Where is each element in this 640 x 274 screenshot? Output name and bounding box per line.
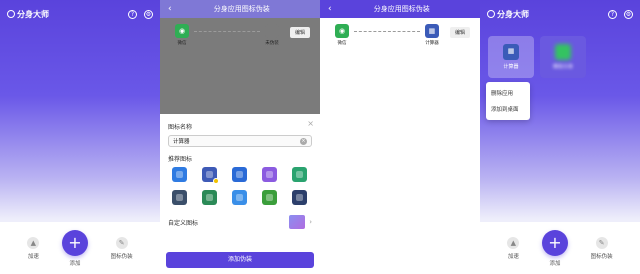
help-icon[interactable]: ? xyxy=(128,9,137,19)
wechat-icon: ◉ xyxy=(335,24,349,38)
home-screen-with-clone: 分身大师 ? ⚙ ▦ 计算器 微信分身 删除应用 添加到桌面 ▲ 加速 + 添加… xyxy=(480,0,640,274)
disguise-result-screen: ‹ 分身应用图标伪装 ◉ 微信 ▦ 计算器 编辑 xyxy=(320,0,480,274)
icon-name-input[interactable] xyxy=(173,138,300,144)
pencil-icon: ✎ xyxy=(595,236,608,249)
nav-add[interactable]: + 添加 xyxy=(61,229,88,267)
icon-sheet: × 图标名称 × 推荐图标 自定义图标 › xyxy=(160,114,320,274)
green-pay-app-icon[interactable] xyxy=(262,190,277,205)
name-label: 图标名称 xyxy=(168,124,193,131)
wechat-clone-card[interactable]: 微信分身 xyxy=(540,36,586,78)
edit-title: 分身应用图标伪装 xyxy=(213,5,270,13)
nav-disguise[interactable]: ✎ 图标伪装 xyxy=(590,236,613,260)
recommended-icon-grid xyxy=(168,167,312,205)
selected-indicator xyxy=(213,178,219,184)
close-icon[interactable]: × xyxy=(307,119,314,128)
help-icon[interactable]: ? xyxy=(608,9,617,19)
settings-gear-icon[interactable]: ⚙ xyxy=(624,9,633,19)
bottom-nav: ▲ 加速 + 添加 ✎ 图标伪装 xyxy=(0,222,160,274)
home-screen: 分身大师 ? ⚙ ▲ 加速 + 添加 ✎ 图标伪装 xyxy=(0,0,160,274)
home-title: 分身大师 xyxy=(497,9,529,19)
home-header: 分身大师 ? ⚙ xyxy=(0,0,160,28)
rocket-icon: ▲ xyxy=(507,236,520,249)
target-app-label: 未伪装 xyxy=(265,41,279,46)
custom-icon-label: 自定义图标 xyxy=(168,219,199,227)
icon-name-field[interactable]: × xyxy=(168,135,312,147)
add-button[interactable]: + xyxy=(541,229,568,256)
custom-icon-row[interactable]: 自定义图标 › xyxy=(168,213,312,231)
notebook-app-icon[interactable] xyxy=(232,167,247,182)
result-title: 分身应用图标伪装 xyxy=(373,5,430,13)
card-label: 微信分身 xyxy=(552,64,573,70)
home-header: 分身大师 ? ⚙ xyxy=(480,0,640,28)
disguise-preview-row: ◉ 微信 未伪装 编辑 xyxy=(170,24,310,50)
context-menu: 删除应用 添加到桌面 xyxy=(486,82,530,120)
calculator-icon: ▦ xyxy=(503,44,519,60)
app-logo-icon xyxy=(7,10,15,18)
nav-speed[interactable]: ▲ 加速 xyxy=(507,236,520,260)
calculator-app-icon[interactable] xyxy=(202,167,219,184)
wifi-app-icon[interactable] xyxy=(232,190,247,205)
source-app-label: 微信 xyxy=(337,41,347,46)
target-app-label: 计算器 xyxy=(425,41,439,46)
pencil-icon: ✎ xyxy=(115,236,128,249)
add-button[interactable]: + xyxy=(61,229,88,256)
green-doc-app-icon[interactable] xyxy=(292,167,307,182)
card-label: 计算器 xyxy=(503,64,519,70)
chevron-right-icon: › xyxy=(309,218,312,226)
nav-disguise-label: 图标伪装 xyxy=(110,253,133,260)
result-preview-row: ◉ 微信 ▦ 计算器 编辑 xyxy=(330,24,470,50)
dashed-connector xyxy=(354,31,420,32)
green-map-app-icon[interactable] xyxy=(202,190,217,205)
result-header: ‹ 分身应用图标伪装 xyxy=(320,0,480,18)
settings-gear-icon[interactable]: ⚙ xyxy=(144,9,153,19)
edit-disguise-screen: ‹ 分身应用图标伪装 ◉ 微信 未伪装 编辑 × 图标名称 × 推荐图标 xyxy=(160,0,320,274)
bottom-nav: ▲ 加速 + 添加 ✎ 图标伪装 xyxy=(480,222,640,274)
rocket-icon: ▲ xyxy=(27,236,40,249)
add-disguise-button[interactable]: 添加伪装 xyxy=(166,252,314,268)
menu-delete-app[interactable]: 删除应用 xyxy=(486,85,530,101)
menu-add-to-desktop[interactable]: 添加到桌面 xyxy=(486,101,530,117)
nav-add-label: 添加 xyxy=(69,260,81,267)
source-app-label: 微信 xyxy=(177,41,187,46)
home-title: 分身大师 xyxy=(17,9,49,19)
edit-button[interactable]: 编辑 xyxy=(449,27,470,38)
empty-target-icon xyxy=(264,24,279,38)
edit-button[interactable]: 编辑 xyxy=(289,27,310,38)
blue-circle-app-icon[interactable] xyxy=(172,167,187,182)
wechat-icon: ◉ xyxy=(175,24,189,38)
nav-add[interactable]: + 添加 xyxy=(541,229,568,267)
nav-speed-label: 加速 xyxy=(27,253,39,260)
tv-app-icon[interactable] xyxy=(292,190,307,205)
edit-header: ‹ 分身应用图标伪装 xyxy=(160,0,320,18)
cloud-app-icon[interactable] xyxy=(262,167,277,182)
result-body: ◉ 微信 ▦ 计算器 编辑 xyxy=(320,18,480,274)
nav-speed[interactable]: ▲ 加速 xyxy=(27,236,40,260)
nav-speed-label: 加速 xyxy=(507,253,519,260)
picture-icon xyxy=(289,215,306,229)
nav-add-label: 添加 xyxy=(549,260,561,267)
clear-input-icon[interactable]: × xyxy=(300,137,307,145)
nav-disguise[interactable]: ✎ 图标伪装 xyxy=(110,236,133,260)
app-logo-icon xyxy=(487,10,495,18)
calculator-icon: ▦ xyxy=(424,24,439,38)
recommend-label: 推荐图标 xyxy=(168,156,193,163)
clone-app-cards: ▦ 计算器 微信分身 xyxy=(488,36,586,78)
wechat-icon xyxy=(555,44,571,60)
dark-app-icon[interactable] xyxy=(172,190,187,205)
dashed-connector xyxy=(194,31,260,32)
calculator-card[interactable]: ▦ 计算器 xyxy=(488,36,534,78)
nav-disguise-label: 图标伪装 xyxy=(590,253,613,260)
